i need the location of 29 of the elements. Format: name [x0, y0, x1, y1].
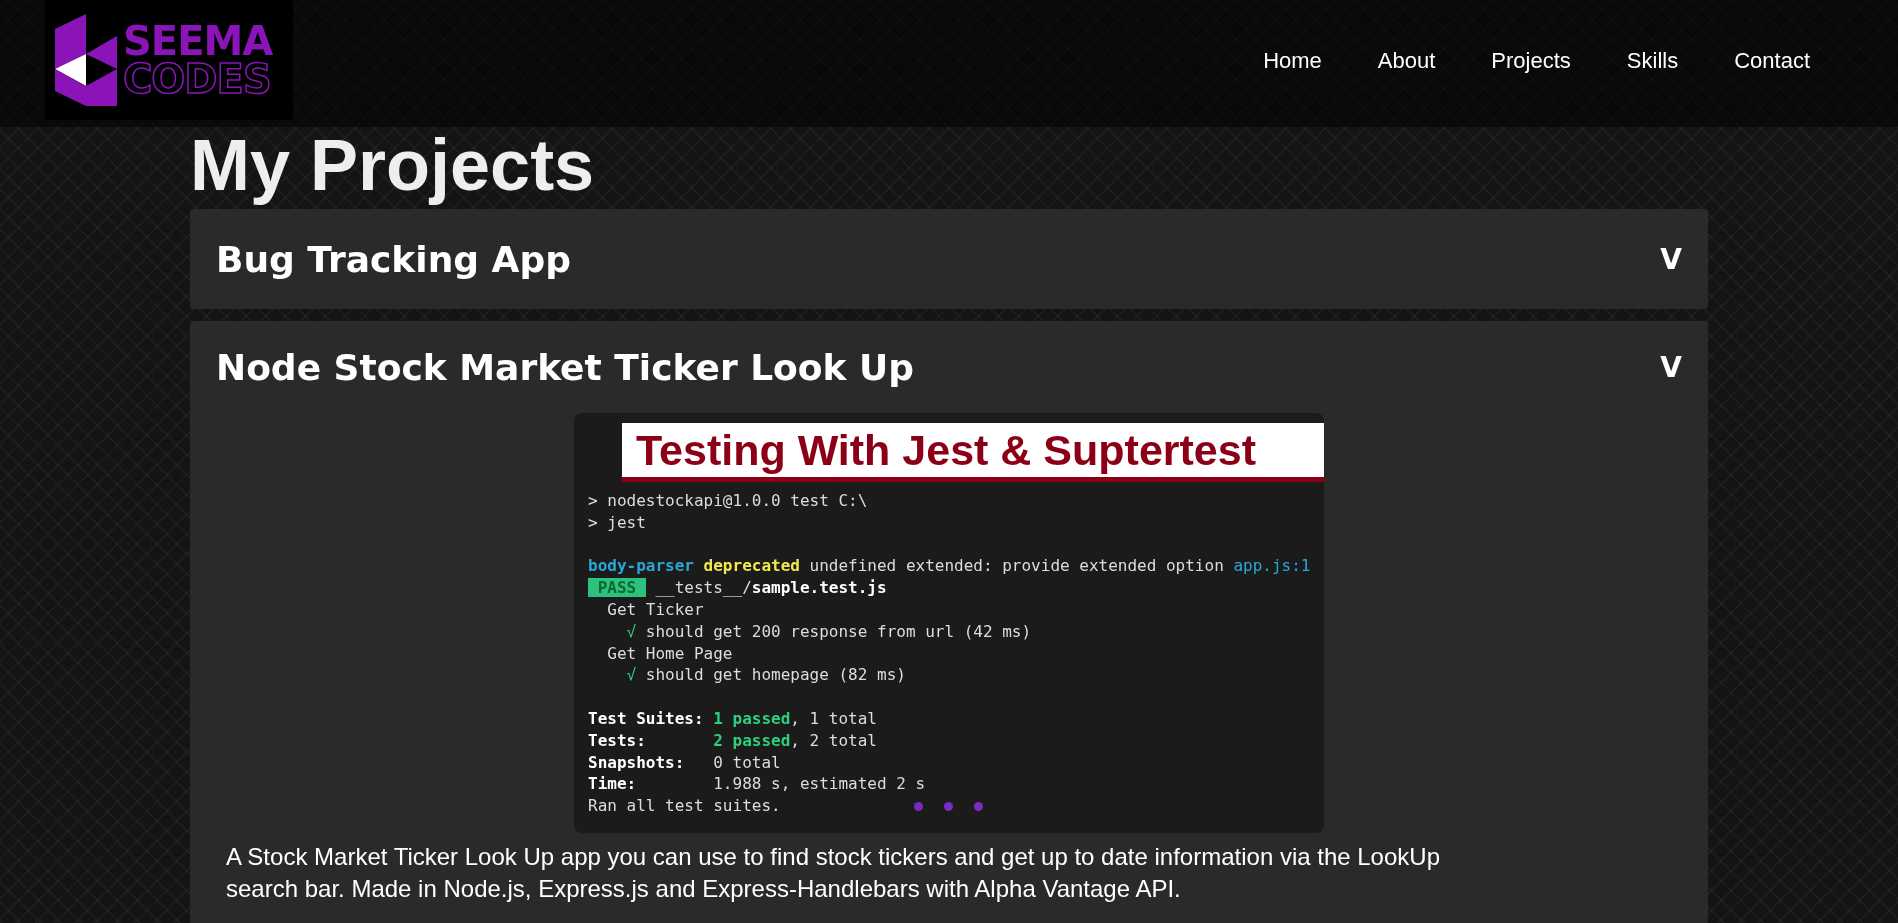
nav-link[interactable]: Skills [1598, 48, 1707, 74]
logo-text: CODES [123, 60, 272, 98]
terminal-line: PASS __tests__/sample.test.js [588, 577, 887, 599]
terminal-line: > nodestockapi@1.0.0 test C:\ [588, 490, 868, 512]
project-description: A Stock Market Ticker Look Up app you can use to find stock tickers and get up to date information via the LookUp search bar. Made in Node.js, Express.js and Express-Handlebars with Alpha Vantage API. [225, 842, 1441, 904]
terminal-line: Get Ticker [606, 599, 704, 621]
nav-link[interactable]: Projects [1463, 48, 1599, 74]
logo-text: SEEMA [123, 22, 273, 60]
terminal-line: body-parser deprecated undefined extended: provide extended option app.js:1 [588, 555, 1311, 578]
nav-link[interactable]: Home [1235, 48, 1350, 74]
terminal-line: Get Home Page [606, 642, 733, 665]
terminal-line: √ should get 200 response from url (42 ms) [625, 620, 1032, 643]
nav-link[interactable]: About [1349, 48, 1464, 74]
accordion-header[interactable]: Bug Tracking App V [190, 209, 1708, 309]
page-title: My Projects [190, 127, 596, 203]
terminal-line: Tests: 2 passed, 2 total [588, 729, 877, 752]
nav-link[interactable]: Contact [1706, 48, 1838, 74]
accordion-header[interactable]: Node Stock Market Ticker Look Up V [190, 321, 1708, 413]
terminal-line: Ran all test suites. [588, 795, 781, 817]
carousel-dot[interactable] [944, 802, 953, 811]
terminal-line: Time: 1.988 s, estimated 2 s [588, 773, 926, 796]
logo-icon [55, 14, 117, 106]
terminal-line: > jest [588, 511, 646, 534]
carousel-dot[interactable] [974, 802, 983, 811]
terminal-line: Test Suites: 1 passed, 1 total [588, 707, 877, 730]
screenshot-heading: Testing With Jest & Suptertest [622, 423, 1324, 482]
carousel-dot[interactable] [914, 802, 923, 811]
terminal-line: √ should get homepage (82 ms) [625, 664, 906, 687]
terminal-line: Snapshots: 0 total [588, 751, 781, 774]
